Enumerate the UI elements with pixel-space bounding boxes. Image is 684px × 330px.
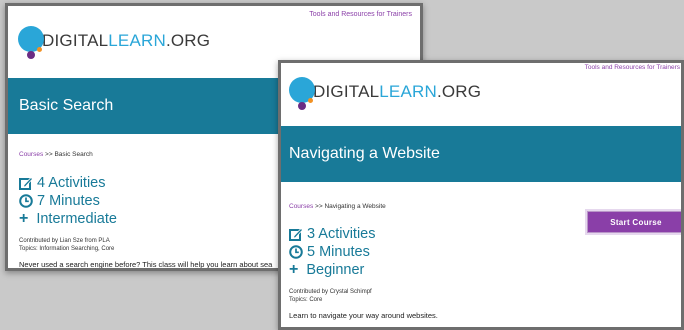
activities-stat: 3 Activities [289,226,376,242]
course-meta: Contributed by Crystal Schimpf Topics: C… [289,288,372,304]
digitallearn-logo[interactable]: DIGITALLEARN.ORG [18,26,210,62]
activities-stat: 4 Activities [19,175,106,191]
course-title: Basic Search [19,97,114,114]
breadcrumb-current: Basic Search [54,151,93,158]
level-stat: + Beginner [289,261,365,279]
logo-text: DIGITALLEARN.ORG [42,31,211,50]
breadcrumb-current: Navigating a Website [324,203,386,210]
plus-icon: + [289,261,299,278]
course-description: Never used a search engine before? This … [19,260,273,269]
course-description: Learn to navigate your way around websit… [289,311,438,320]
clock-icon [289,245,303,259]
logo-mark-icon [289,77,319,113]
duration-stat: 5 Minutes [289,244,370,260]
digitallearn-logo[interactable]: DIGITALLEARN.ORG [289,77,481,113]
clock-icon [19,194,33,208]
duration-stat: 7 Minutes [19,193,100,209]
plus-icon: + [19,210,29,227]
tools-resources-link[interactable]: Tools and Resources for Trainers [309,11,412,18]
breadcrumb-courses-link[interactable]: Courses [19,151,43,158]
start-course-button[interactable]: Start Course [587,211,681,233]
checkbox-pencil-icon [19,176,33,190]
breadcrumb-courses-link[interactable]: Courses [289,203,313,210]
topics: Topics: Core [289,297,323,303]
course-window-navigating-website: Tools and Resources for Trainers DIGITAL… [278,60,684,330]
tools-resources-link[interactable]: Tools and Resources for Trainers [585,64,680,71]
course-title: Navigating a Website [289,145,440,162]
contributed-by: Contributed by Lian Sze from PLA [19,238,110,244]
checkbox-pencil-icon [289,227,303,241]
course-title-banner: Navigating a Website [281,126,681,182]
contributed-by: Contributed by Crystal Schimpf [289,289,372,295]
logo-mark-icon [18,26,48,62]
level-stat: + Intermediate [19,210,117,228]
course-meta: Contributed by Lian Sze from PLA Topics:… [19,237,114,253]
breadcrumb: Courses >> Navigating a Website [289,203,386,210]
logo-text: DIGITALLEARN.ORG [313,82,482,101]
topics: Topics: Information Searching, Core [19,246,115,252]
breadcrumb: Courses >> Basic Search [19,151,93,158]
